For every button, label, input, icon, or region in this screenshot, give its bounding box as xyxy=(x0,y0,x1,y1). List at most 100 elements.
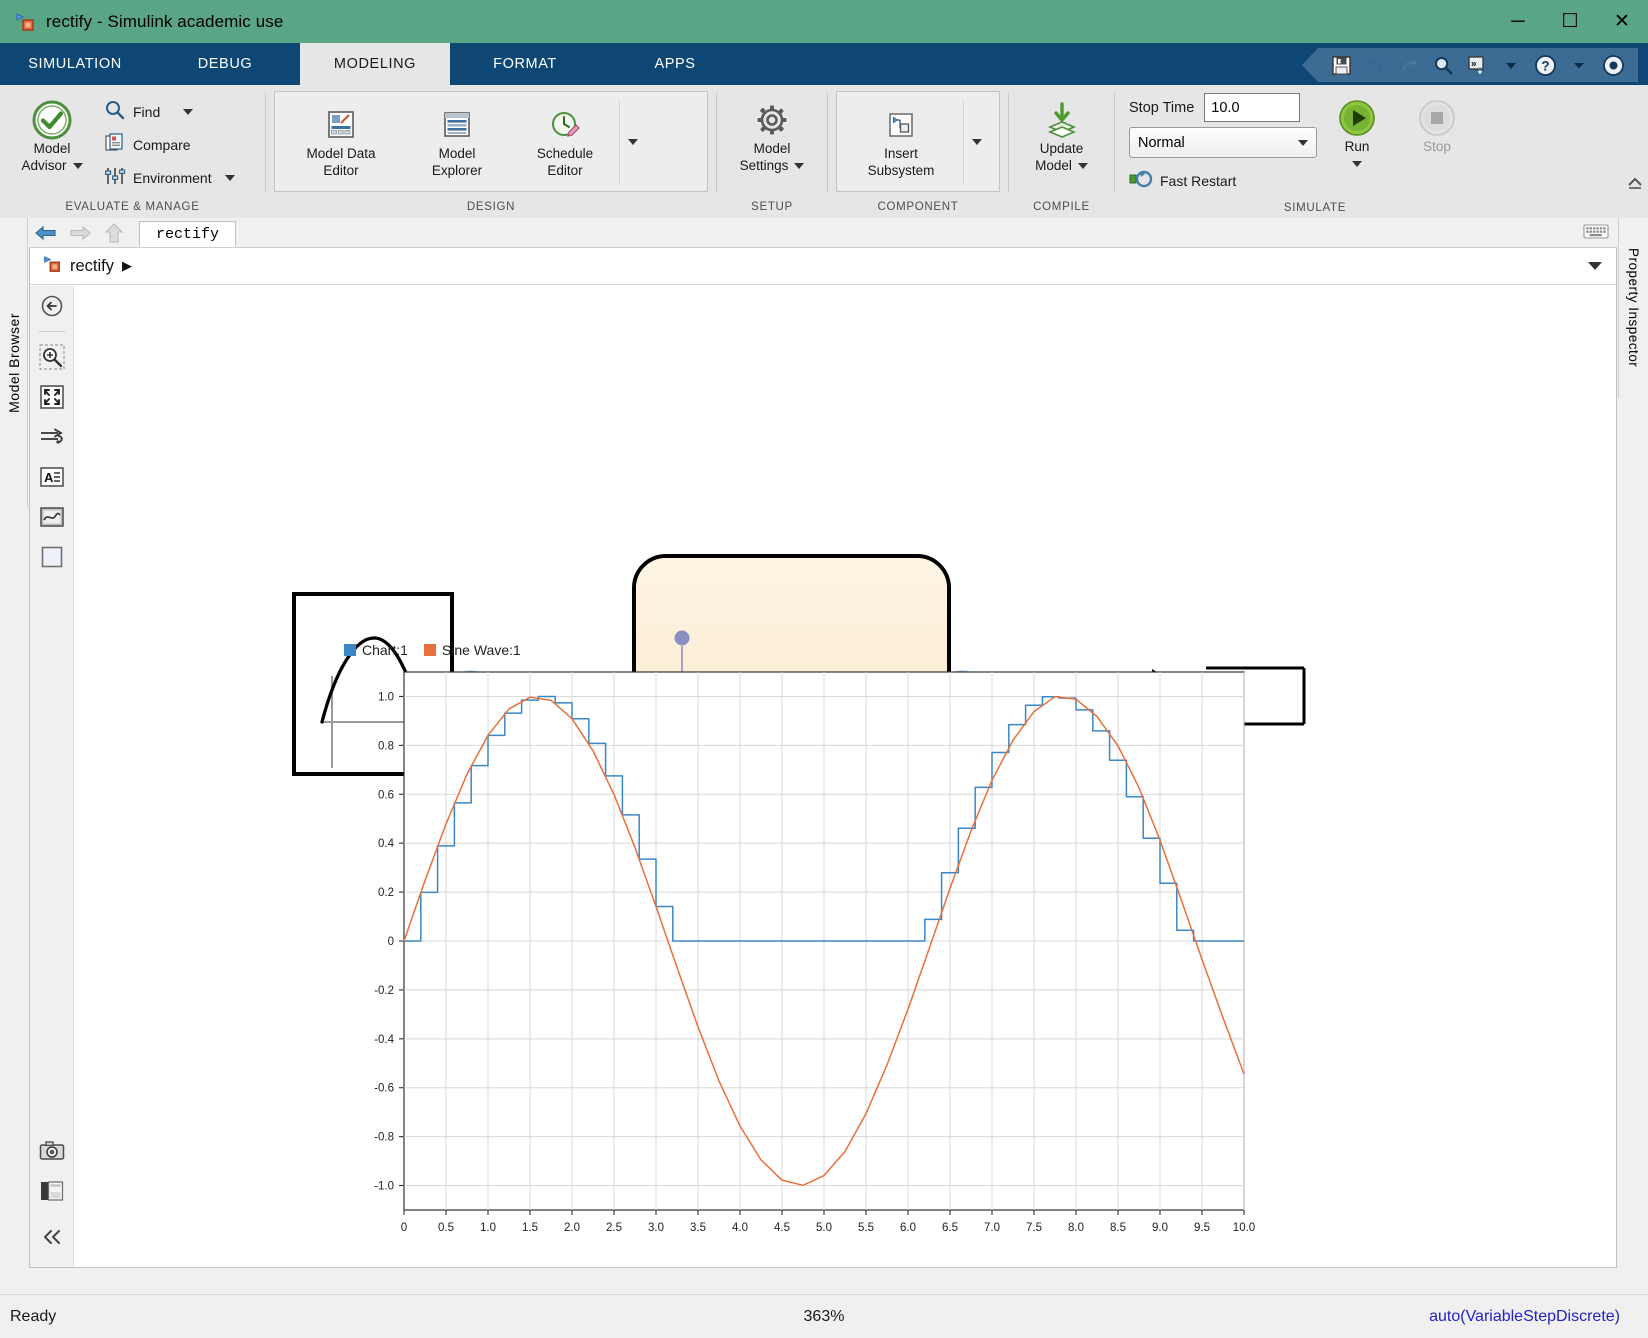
palette-divider xyxy=(38,331,65,332)
collapse-toolbar-icon[interactable] xyxy=(30,1217,74,1257)
schedule-editor-button[interactable]: Schedule Editor xyxy=(511,100,619,184)
app-icon xyxy=(14,11,36,33)
ribbon-group-component: Insert Subsystem COMPONENT xyxy=(828,85,1008,218)
update-model-button[interactable]: Update Model xyxy=(1023,95,1101,179)
update-model-label-1: Update xyxy=(1039,141,1084,156)
search-icon[interactable] xyxy=(1428,50,1458,80)
run-button[interactable]: Run xyxy=(1317,93,1397,171)
design-overflow-button[interactable] xyxy=(619,100,645,184)
fit-to-view-icon[interactable] xyxy=(30,377,74,417)
tab-apps[interactable]: APPS xyxy=(600,43,750,85)
ribbon-collapse-icon[interactable] xyxy=(1626,175,1644,194)
svg-text:0.4: 0.4 xyxy=(378,838,395,850)
breadcrumb-dropdown-icon[interactable] xyxy=(1588,262,1602,270)
environment-caret-icon[interactable] xyxy=(224,174,235,181)
ribbon-group-evaluate-and-manage: Model Advisor Find Compare Environment E… xyxy=(0,85,265,218)
tab-modeling[interactable]: MODELING xyxy=(300,43,450,85)
stop-button: Stop xyxy=(1397,93,1477,160)
image-annotation-icon[interactable] xyxy=(30,497,74,537)
status-bar: Ready 363% auto(VariableStepDiscrete) xyxy=(0,1294,1648,1338)
insert-subsystem-icon xyxy=(883,104,919,146)
model-settings-caret-icon[interactable] xyxy=(794,163,805,170)
stop-label: Stop xyxy=(1423,139,1451,154)
ribbon-group-compile: Update Model COMPILE xyxy=(1009,85,1114,218)
favorites-icon[interactable]: » xyxy=(1462,50,1492,80)
breadcrumb-label[interactable]: rectify xyxy=(70,257,114,276)
model-advisor-caret-icon[interactable] xyxy=(72,163,83,170)
maximize-button[interactable]: ☐ xyxy=(1544,0,1596,43)
simulation-mode-select[interactable]: Normal xyxy=(1129,127,1317,158)
zoom-in-icon[interactable] xyxy=(30,337,74,377)
model-browser-panel-tab[interactable]: Model Browser xyxy=(0,218,28,508)
minimize-button[interactable]: ─ xyxy=(1492,0,1544,43)
status-solver[interactable]: auto(VariableStepDiscrete) xyxy=(1429,1308,1620,1326)
fast-restart-button[interactable]: Fast Restart xyxy=(1129,164,1317,197)
stop-time-label: Stop Time xyxy=(1129,99,1195,116)
annotation-text-icon[interactable]: A xyxy=(30,457,74,497)
scope-plot[interactable]: Chart:1 Sine Wave:1 0 0.5 1.0 1.5 2.0 2.5 3.0 3… xyxy=(336,642,1256,1262)
run-caret-icon[interactable] xyxy=(1352,160,1362,167)
svg-text:0.2: 0.2 xyxy=(378,887,394,899)
model-explorer-button[interactable]: Model Explorer xyxy=(403,100,511,184)
svg-text:5.5: 5.5 xyxy=(858,1222,874,1234)
compare-label: Compare xyxy=(133,136,191,153)
tab-format[interactable]: FORMAT xyxy=(450,43,600,85)
title-bar: rectify - Simulink academic use ─ ☐ ✕ xyxy=(0,0,1648,43)
svg-text:»: » xyxy=(1471,58,1477,69)
compare-button[interactable]: Compare xyxy=(98,128,241,161)
model-data-editor-button[interactable]: Model Data Editor xyxy=(279,100,403,184)
model-canvas[interactable]: On y = x; Off y=0; [x<t0] xyxy=(74,286,1616,1267)
status-zoom-level: 363% xyxy=(803,1307,845,1325)
tab-debug[interactable]: DEBUG xyxy=(150,43,300,85)
stop-time-input[interactable] xyxy=(1204,93,1301,122)
model-tab-rectify[interactable]: rectify xyxy=(139,221,237,247)
navigate-back-icon[interactable] xyxy=(30,286,74,326)
find-caret-icon[interactable] xyxy=(183,108,194,115)
editor-canvas-container: rectify ▶ A Chart:1 Sine Wave:1 0 0.5 1.… xyxy=(29,248,1617,1268)
tab-simulation[interactable]: SIMULATION xyxy=(0,43,150,85)
community-icon[interactable] xyxy=(1598,50,1628,80)
model-settings-label-1: Model xyxy=(753,141,791,156)
nav-forward-button xyxy=(63,219,97,247)
find-magnifier-icon xyxy=(104,99,126,124)
model-advisor-button[interactable]: Model Advisor xyxy=(6,91,98,179)
svg-text:4.5: 4.5 xyxy=(774,1222,790,1234)
quick-access-dropdown-icon[interactable] xyxy=(1496,50,1526,80)
insert-subsystem-label-1: Insert xyxy=(884,146,918,161)
svg-text:3.5: 3.5 xyxy=(690,1222,706,1234)
group-label-simulate: SIMULATE xyxy=(1283,201,1347,214)
help-dropdown-icon[interactable] xyxy=(1564,50,1594,80)
model-settings-button[interactable]: Model Settings xyxy=(730,95,815,179)
breadcrumb-model-icon xyxy=(42,254,62,279)
keyboard-icon[interactable] xyxy=(1583,223,1609,245)
property-inspector-panel-tab[interactable]: Property Inspector xyxy=(1618,218,1648,398)
save-icon[interactable] xyxy=(1326,50,1356,80)
schedule-editor-icon xyxy=(546,104,584,146)
legend-swatch-chart xyxy=(344,644,356,656)
breadcrumb-separator-icon: ▶ xyxy=(122,258,133,273)
svg-text:6.0: 6.0 xyxy=(900,1222,916,1234)
svg-text:-0.8: -0.8 xyxy=(374,1132,394,1144)
screenshot-camera-icon[interactable] xyxy=(30,1131,74,1171)
print-icon[interactable] xyxy=(30,1171,74,1211)
undo-icon[interactable] xyxy=(1360,50,1390,80)
svg-text:5.0: 5.0 xyxy=(816,1222,832,1234)
area-box-icon[interactable] xyxy=(30,537,74,577)
close-button[interactable]: ✕ xyxy=(1596,0,1648,43)
find-button[interactable]: Find xyxy=(98,95,241,128)
environment-button[interactable]: Environment xyxy=(98,161,241,194)
signal-routing-icon[interactable] xyxy=(30,417,74,457)
insert-subsystem-button[interactable]: Insert Subsystem xyxy=(839,100,963,184)
fast-restart-icon xyxy=(1129,169,1153,192)
fast-restart-label: Fast Restart xyxy=(1160,172,1237,189)
svg-text:8.0: 8.0 xyxy=(1068,1222,1084,1234)
model-data-editor-label-2: Editor xyxy=(323,162,359,178)
component-overflow-button[interactable] xyxy=(963,100,989,184)
environment-label: Environment xyxy=(133,169,212,186)
svg-text:0.5: 0.5 xyxy=(438,1222,454,1234)
redo-icon[interactable] xyxy=(1394,50,1424,80)
nav-back-button[interactable] xyxy=(29,219,63,247)
update-model-caret-icon[interactable] xyxy=(1077,163,1088,170)
ribbon-tab-strip: SIMULATION DEBUG MODELING FORMAT APPS » … xyxy=(0,43,1648,85)
help-icon[interactable]: ? xyxy=(1530,50,1560,80)
